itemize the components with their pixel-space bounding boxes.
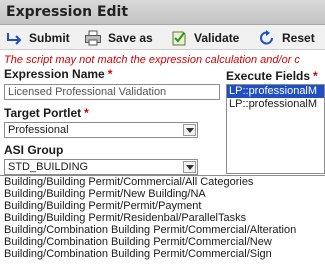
dropdown-option[interactable]: Building/Combination Building Permit/Com…	[0, 224, 325, 236]
submit-button[interactable]: Submit	[5, 28, 70, 47]
asi-group-select[interactable]: STD_BUILDING	[4, 159, 198, 175]
chevron-down-icon[interactable]	[183, 124, 196, 136]
reset-button-label: Reset	[282, 30, 315, 45]
dropdown-option[interactable]: Building/Combination Building Permit/Com…	[0, 248, 325, 260]
dropdown-option[interactable]: Building/Building Permit/Residenbal/Para…	[0, 212, 325, 224]
target-portlet-value: Professional	[8, 124, 69, 136]
expression-name-label: Expression Name *	[4, 67, 113, 81]
validate-button-label: Validate	[194, 30, 240, 45]
execute-field-option[interactable]: LP::professionalM	[227, 98, 324, 111]
dropdown-option[interactable]: Building/Combination Building Permit/Com…	[0, 236, 325, 248]
required-marker: *	[107, 67, 113, 81]
validate-button[interactable]: Validate	[170, 28, 239, 47]
save-as-button-label: Save as	[108, 30, 153, 45]
asi-group-dropdown-list[interactable]: Building/Building Permit/Commercial/All …	[0, 175, 325, 272]
window-titlebar: Expression Edit	[0, 0, 325, 25]
asi-group-label: ASI Group	[4, 143, 64, 157]
dropdown-option[interactable]: Building/Building Permit/Commercial/All …	[0, 176, 325, 188]
printer-icon	[84, 30, 102, 46]
submit-button-label: Submit	[29, 30, 70, 45]
dropdown-option[interactable]: Building/Building Permit/New Building/NA	[0, 188, 325, 200]
execute-fields-listbox[interactable]: LP::professionalM LP::professionalM	[226, 84, 325, 174]
required-marker: *	[313, 69, 318, 83]
expression-name-field[interactable]: Licensed Professional Validation	[4, 84, 220, 100]
arrow-return-icon	[5, 30, 23, 46]
chevron-down-icon[interactable]	[183, 161, 196, 173]
execute-fields-label: Execute Fields *	[226, 69, 318, 83]
target-portlet-label: Target Portlet *	[4, 106, 89, 120]
required-marker: *	[84, 106, 89, 120]
save-as-button[interactable]: Save as	[84, 28, 153, 47]
warning-message: The script may not match the expression …	[4, 54, 300, 66]
refresh-icon	[258, 29, 276, 46]
asi-group-value: STD_BUILDING	[8, 161, 89, 173]
execute-field-option[interactable]: LP::professionalM	[227, 85, 324, 98]
toolbar: Submit Save as Validate Reset	[0, 25, 325, 50]
checkbox-page-icon	[170, 30, 188, 46]
window-title: Expression Edit	[6, 4, 129, 20]
target-portlet-select[interactable]: Professional	[4, 122, 198, 138]
dropdown-option[interactable]: Building/Building Permit/Permit/Payment	[0, 200, 325, 212]
reset-button[interactable]: Reset	[258, 28, 315, 47]
